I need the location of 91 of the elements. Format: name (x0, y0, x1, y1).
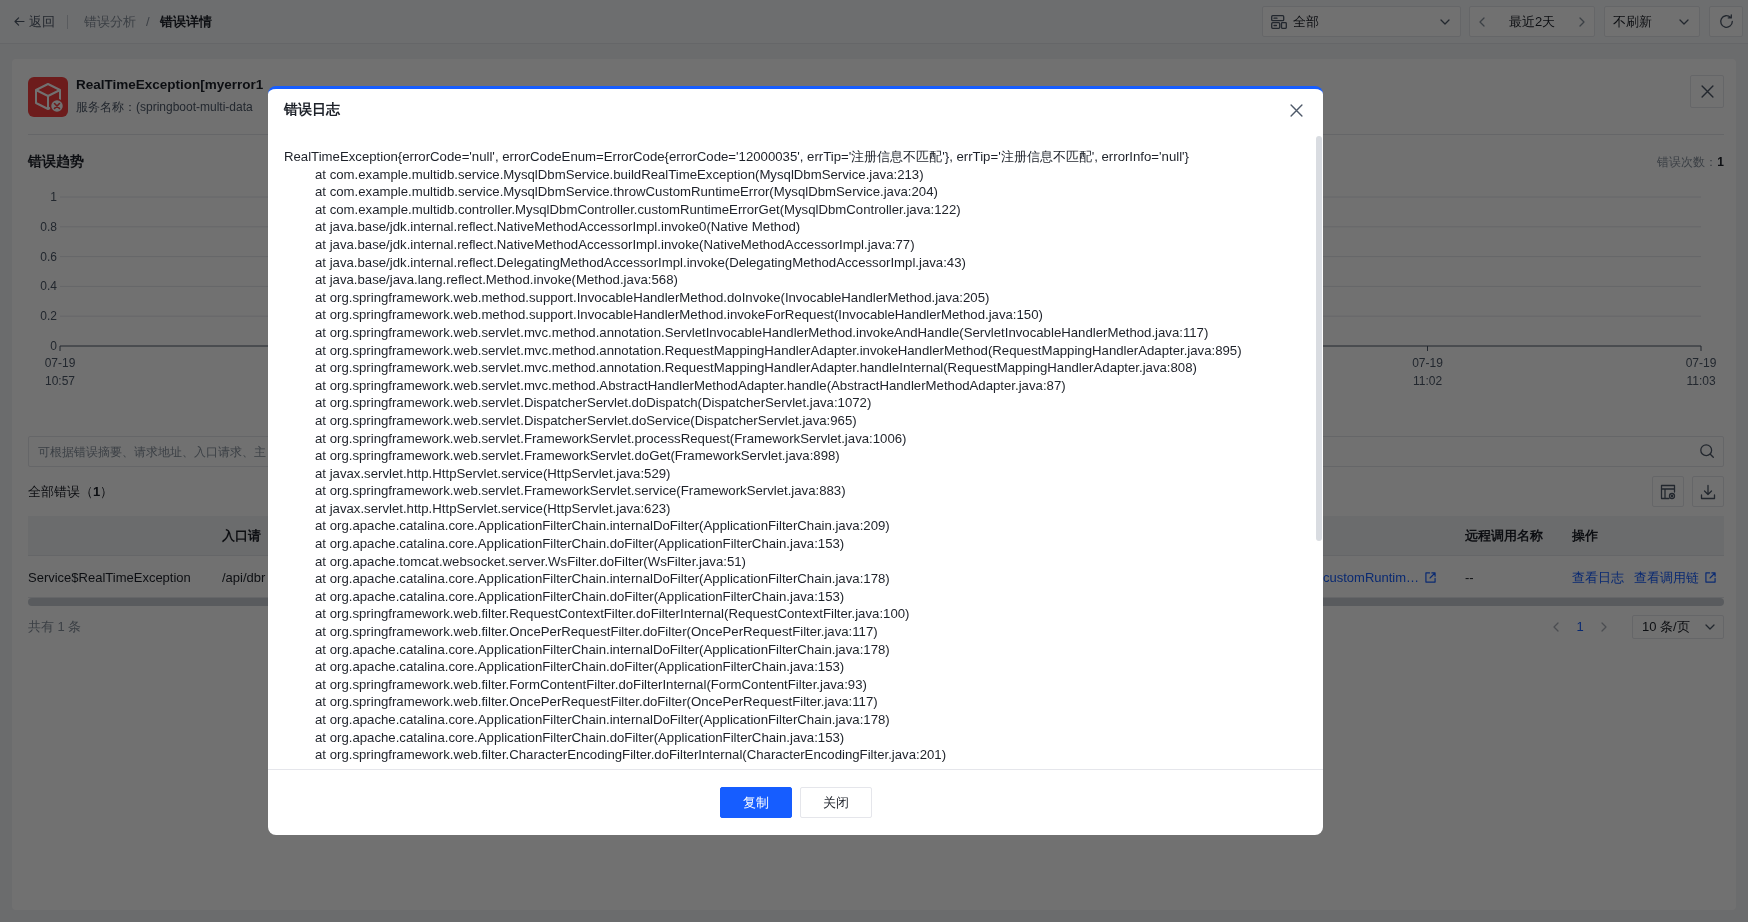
table-cell: /api/dbr (222, 570, 266, 585)
log-line: at com.example.multidb.controller.MysqlDbmController.customRuntimeErrorGet(MysqlDbmController.java:122) (315, 200, 961, 219)
log-line: at org.springframework.web.filter.CharacterEncodingFilter.doFilterInternal(CharacterEncodingFilter.java:201) (315, 746, 947, 764)
log-line: at org.springframework.web.servlet.DispatcherServlet.doDispatch(DispatcherServlet.java:1072) (315, 394, 872, 412)
log-line: at org.springframework.web.servlet.mvc.method.annotation.RequestMappingHandlerAdapter.handleInternal(RequestMappingHandlerAdapter.java:808) (315, 359, 1197, 377)
log-line: at com.example.multidb.service.MysqlDbmService.throwCustomRuntimeError(MysqlDbmService.java:204) (315, 183, 938, 201)
copy-button[interactable]: 复制 (719, 787, 792, 818)
log-line: at org.apache.catalina.core.ApplicationFilterChain.internalDoFilter(ApplicationFilterChain.java:178) (315, 570, 890, 588)
table-cell: Service$RealTimeException (28, 570, 191, 585)
close-icon (1700, 85, 1714, 98)
search-icon (1700, 444, 1714, 458)
log-line: at org.springframework.web.servlet.FrameworkServlet.processRequest(FrameworkServlet.java:1006) (315, 429, 907, 448)
refresh-button[interactable] (1709, 6, 1743, 37)
table-settings-icon (1660, 483, 1676, 500)
vertical-scrollbar[interactable] (1316, 136, 1322, 541)
log-line: at org.apache.catalina.core.ApplicationFilterChain.doFilter(ApplicationFilterChain.java:153) (315, 587, 845, 606)
service-name: 服务名称：(springboot-multi-data (76, 99, 253, 116)
log-line: at org.apache.catalina.core.ApplicationFilterChain.internalDoFilter(ApplicationFilterChain.java:178) (315, 711, 890, 729)
close-button[interactable] (1290, 103, 1303, 117)
log-line: at org.springframework.web.filter.FormContentFilter.doFilterInternal(FormContentFilter.java:93) (315, 675, 867, 694)
log-line: at org.apache.tomcat.websocket.server.WsFilter.doFilter(WsFilter.java:51) (315, 552, 746, 571)
log-line: at org.springframework.web.servlet.FrameworkServlet.doGet(FrameworkServlet.java:898) (315, 447, 840, 465)
back-arrow-icon (14, 17, 25, 26)
method-link[interactable]: customRuntim… (1323, 570, 1437, 585)
action-link[interactable]: 查看调用链 (1634, 568, 1716, 587)
chevron-right-icon (1579, 16, 1585, 27)
log-line: RealTimeException{errorCode='null', errorCodeEnum=ErrorCode{errorCode='12000035', errTip='注册信息不匹配'}, errTip='注册信息不匹配', errorInfo='null'} (284, 148, 1190, 166)
log-line: at org.springframework.web.servlet.mvc.method.annotation.ServletInvocableHandlerMethod.invokeAndHandle(ServletInvocableHandlerMethod.java:117) (315, 323, 1209, 342)
section-title: 错误趋势 (28, 153, 84, 171)
download-icon (1700, 483, 1716, 500)
column-header: 入口请 (222, 526, 261, 545)
log-line: at org.springframework.web.servlet.DispatcherServlet.doService(DispatcherServlet.java:965) (315, 411, 857, 430)
dialog-title: 错误日志 (284, 101, 341, 119)
log-line: at org.apache.catalina.core.ApplicationFilterChain.doFilter(ApplicationFilterChain.java:153) (315, 535, 845, 553)
error-title: RealTimeException[myerror1 (76, 76, 264, 94)
log-line: at org.springframework.web.filter.OncePerRequestFilter.doFilter(OncePerRequestFilter.java:117) (315, 693, 878, 711)
external-link-icon (1705, 572, 1716, 583)
column-header: 操作 (1572, 526, 1598, 545)
refresh-icon (1718, 14, 1734, 29)
x-axis-label: 07-19 10:57 (44, 356, 76, 388)
log-line: at org.springframework.web.method.support.InvocableHandlerMethod.invokeForRequest(InvocableHandlerMethod.java:150) (315, 306, 1043, 324)
server-icon (1271, 14, 1287, 29)
log-line: at org.springframework.web.servlet.mvc.method.AbstractHandlerMethodAdapter.handle(AbstractHandlerMethodAdapter.java:87) (315, 376, 1066, 395)
page-button[interactable]: 1 (1570, 616, 1590, 637)
column-settings-button[interactable] (1652, 476, 1684, 507)
log-line: at java.base/jdk.internal.reflect.DelegatingMethodAccessorImpl.invoke(DelegatingMethodAccessorImpl.java:43) (315, 253, 966, 272)
log-line: at org.apache.catalina.core.ApplicationFilterChain.internalDoFilter(ApplicationFilterChain.java:178) (315, 640, 890, 659)
y-axis-label: 1 (50, 190, 57, 204)
log-line: at java.base/jdk.internal.reflect.NativeMethodAccessorImpl.invoke0(Native Method) (315, 218, 801, 236)
environment-select[interactable]: 全部 (1262, 6, 1461, 37)
list-title: 全部错误（1） (28, 482, 114, 501)
close-icon (1290, 103, 1303, 117)
log-line: at javax.servlet.http.HttpServlet.service(HttpServlet.java:529) (315, 464, 671, 483)
back-button[interactable]: 返回 (14, 12, 55, 31)
chevron-left-icon (1553, 621, 1559, 632)
x-axis-label: 07-19 11:03 (1685, 356, 1717, 388)
column-header: 远程调用名称 (1465, 526, 1543, 545)
chevron-down-icon (1705, 623, 1715, 630)
external-link-icon (1425, 572, 1437, 583)
refresh-interval-select[interactable]: 不刷新 (1604, 6, 1700, 37)
y-axis-label: 0 (50, 339, 57, 353)
action-link[interactable]: 查看日志 (1572, 568, 1624, 587)
log-line: at org.apache.catalina.core.ApplicationFilterChain.doFilter(ApplicationFilterChain.java:153) (315, 728, 845, 747)
log-line: at org.apache.catalina.core.ApplicationFilterChain.internalDoFilter(ApplicationFilterChain.java:209) (315, 517, 890, 536)
log-line: at org.springframework.web.filter.OncePerRequestFilter.doFilter(OncePerRequestFilter.java:117) (315, 623, 878, 641)
time-range-picker[interactable]: 最近2天 (1469, 6, 1595, 37)
y-axis-label: 0.6 (40, 249, 57, 264)
log-line: at org.apache.catalina.core.ApplicationFilterChain.doFilter(ApplicationFilterChain.java:153) (315, 658, 845, 676)
log-line: at java.base/jdk.internal.reflect.NativeMethodAccessorImpl.invoke(NativeMethodAccessorImpl.java:77) (315, 235, 915, 254)
log-line: at javax.servlet.http.HttpServlet.service(HttpServlet.java:623) (315, 499, 671, 518)
breadcrumb-item: 错误详情 (159, 12, 212, 31)
y-axis-label: 0.4 (40, 279, 57, 294)
chevron-right-icon (1601, 621, 1607, 632)
y-axis-label: 0.2 (40, 309, 57, 324)
log-line: at org.springframework.web.servlet.FrameworkServlet.service(FrameworkServlet.java:883) (315, 482, 846, 500)
page-size-select[interactable]: 10 条/页 (1632, 614, 1724, 639)
cube-icon (28, 77, 68, 117)
log-line: at org.springframework.web.servlet.mvc.method.annotation.RequestMappingHandlerAdapter.invokeHandlerMethod(RequestMappingHandlerAdapter.java:895) (315, 341, 1242, 360)
y-axis-label: 0.8 (40, 219, 57, 234)
download-button[interactable] (1692, 476, 1724, 507)
close-dialog-button[interactable]: 关闭 (799, 787, 872, 818)
log-line: at com.example.multidb.service.MysqlDbmService.buildRealTimeException(MysqlDbmService.java:213) (315, 165, 924, 184)
chevron-left-icon (1479, 16, 1485, 27)
log-line: at java.base/java.lang.reflect.Method.invoke(Method.java:568) (315, 271, 678, 289)
log-line: at org.springframework.web.method.support.InvocableHandlerMethod.doInvoke(InvocableHandlerMethod.java:205) (315, 288, 990, 307)
breadcrumb-separator: / (146, 14, 150, 29)
table-cell: -- (1465, 570, 1474, 585)
chevron-down-icon (1440, 18, 1450, 25)
log-line: at org.springframework.web.filter.RequestContextFilter.doFilterInternal(RequestContextFilter.java:100) (315, 605, 910, 624)
chevron-down-icon (1679, 18, 1689, 25)
x-axis-label: 07-19 11:02 (1412, 356, 1443, 388)
